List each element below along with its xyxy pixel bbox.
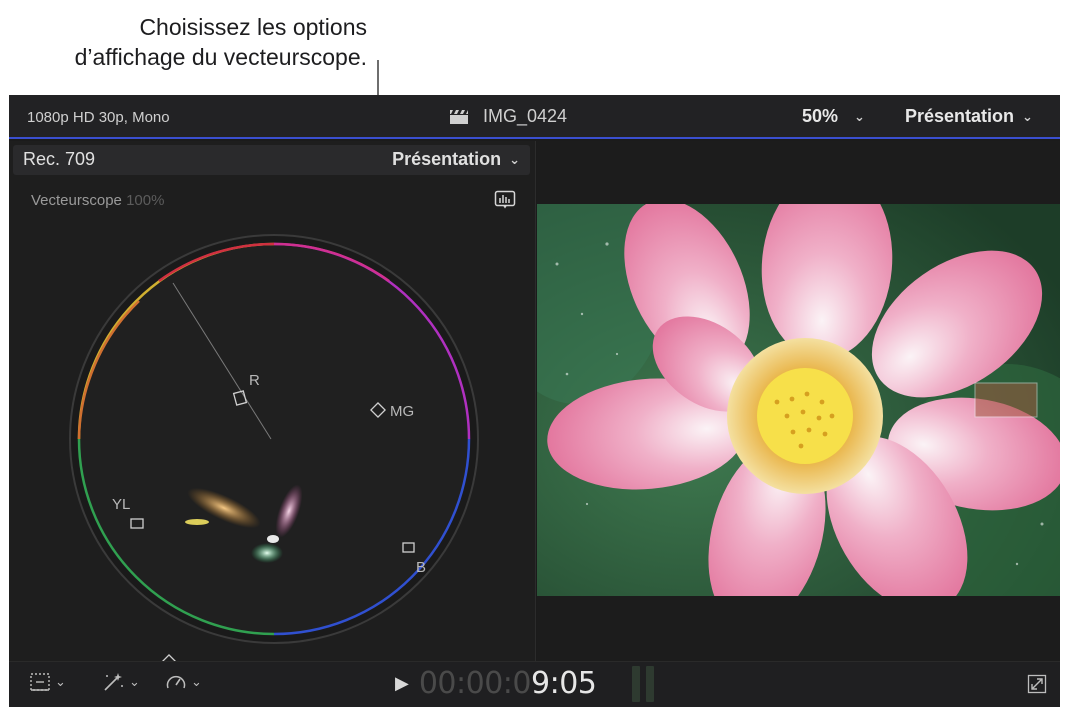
crop-icon — [30, 673, 50, 691]
viewer-presentation-label: Présentation — [905, 106, 1015, 126]
video-frame — [537, 204, 1060, 596]
transform-menu[interactable]: ⌄ — [29, 672, 66, 692]
retime-menu[interactable]: ⌄ — [165, 672, 202, 692]
viewer-bottom-bar: ⌄ ⌄ ⌄ ▶ 00:00:09:05 — [9, 661, 1060, 707]
viewer-window: 1080p HD 30p, Mono IMG_0424 50% ⌄ Présen… — [9, 95, 1060, 707]
speedometer-icon — [166, 675, 186, 689]
video-viewer[interactable] — [537, 141, 1060, 661]
timecode-display[interactable]: ▶ 00:00:09:05 — [395, 666, 597, 701]
audio-meters — [632, 666, 654, 702]
target-label-b: B — [416, 559, 426, 576]
chevron-down-icon: ⌄ — [854, 108, 865, 124]
timecode-dim: 00:00:0 — [418, 666, 532, 701]
zoom-menu[interactable]: 50% ⌄ — [802, 106, 865, 127]
viewer-presentation-menu[interactable]: Présentation ⌄ — [905, 106, 1033, 127]
chevron-down-icon: ⌄ — [1022, 108, 1033, 124]
clip-name: IMG_0424 — [483, 106, 568, 126]
callout-line-1: Choisissez les options — [139, 14, 367, 40]
timecode-lit: 9:05 — [531, 666, 597, 701]
timecode: 00:00:09:05 — [419, 666, 597, 701]
clip-title: IMG_0424 — [449, 106, 567, 127]
target-label-mg: MG — [390, 403, 414, 420]
clapperboard-icon — [450, 109, 468, 124]
vectorscope-graph: R MG B CY G YL — [69, 234, 479, 661]
chevron-down-icon: ⌄ — [191, 674, 202, 689]
chevron-down-icon: ⌄ — [129, 674, 140, 689]
enhance-menu[interactable]: ⌄ — [101, 672, 140, 692]
magic-wand-icon — [104, 673, 123, 691]
target-label-yl: YL — [112, 496, 130, 513]
target-label-r: R — [249, 372, 260, 389]
zoom-value: 50% — [802, 106, 839, 126]
viewer-top-bar: 1080p HD 30p, Mono IMG_0424 50% ⌄ Présen… — [9, 95, 1060, 139]
callout-text: Choisissez les options d’affichage du ve… — [75, 12, 367, 72]
callout-line-2: d’affichage du vecteurscope. — [74, 44, 367, 70]
project-format: 1080p HD 30p, Mono — [27, 109, 170, 126]
audio-meter-left — [632, 666, 640, 702]
vectorscope-panel: Rec. 709 Présentation ⌄ Vecteurscope 100… — [9, 141, 536, 661]
audio-meter-right — [646, 666, 654, 702]
play-icon[interactable]: ▶ — [395, 673, 409, 694]
fullscreen-icon[interactable] — [1027, 674, 1047, 694]
chevron-down-icon: ⌄ — [55, 674, 66, 689]
lotus-image — [537, 204, 1060, 596]
